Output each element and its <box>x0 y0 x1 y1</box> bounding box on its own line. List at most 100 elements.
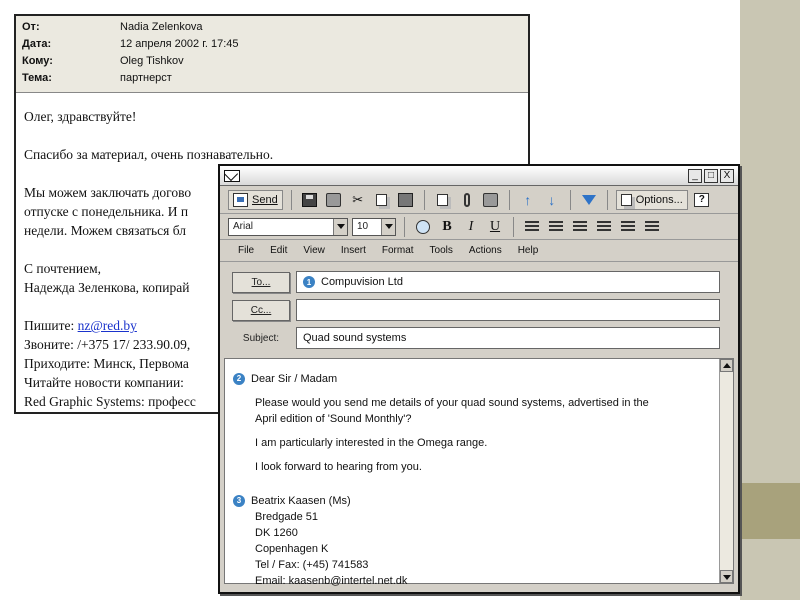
address-line: Copenhagen K <box>255 543 329 555</box>
help-icon: ? <box>694 192 710 207</box>
align-left-button[interactable] <box>522 217 542 237</box>
salutation-line: 2 Dear Sir / Madam <box>233 371 723 387</box>
save-button[interactable] <box>300 190 320 210</box>
address-line: Bredgade 51 <box>255 511 318 523</box>
subject-label: Subject: <box>242 332 280 344</box>
menu-actions[interactable]: Actions <box>469 245 502 256</box>
thanks-line: Спасибо за материал, очень познавательно… <box>24 147 274 162</box>
header-to: Кому: Oleg Tishkov <box>22 54 184 67</box>
print-button[interactable] <box>324 190 344 210</box>
menu-tools[interactable]: Tools <box>430 245 453 256</box>
to-field[interactable]: 1 Compuvision Ltd <box>296 271 720 293</box>
address-book-button[interactable] <box>433 190 453 210</box>
decrease-indent-button[interactable] <box>618 217 638 237</box>
options-icon <box>620 193 632 206</box>
scroll-down-icon[interactable] <box>720 570 733 583</box>
check-names-button[interactable] <box>481 190 501 210</box>
menu-view[interactable]: View <box>303 245 325 256</box>
flag-icon <box>581 194 596 205</box>
scissors-icon: ✂ <box>352 191 364 207</box>
underline-button[interactable]: U <box>485 217 505 237</box>
email-line: Email: kaasenb@intertel.net.dk <box>255 575 408 587</box>
font-select[interactable]: Arial <box>228 217 348 236</box>
maximize-button[interactable]: □ <box>704 168 718 183</box>
tel-line: Tel / Fax: (+45) 741583 <box>255 559 369 571</box>
address-book-icon <box>437 193 449 206</box>
bullets-icon <box>597 220 611 233</box>
help-button[interactable]: ? <box>692 190 712 210</box>
marker-3-badge: 3 <box>233 495 245 507</box>
menu-format[interactable]: Format <box>382 245 414 256</box>
close-button[interactable]: X <box>720 168 734 183</box>
paperclip-icon <box>463 192 470 207</box>
to-button[interactable]: To... <box>232 271 290 293</box>
printer-icon <box>326 192 342 207</box>
decrease-indent-icon <box>621 220 635 233</box>
decorative-block <box>740 483 800 539</box>
scroll-up-icon[interactable] <box>720 359 733 372</box>
align-center-button[interactable] <box>546 217 566 237</box>
align-left-icon <box>525 220 539 233</box>
importance-low-button[interactable]: ↓ <box>542 190 562 210</box>
subject-field[interactable]: Quad sound systems <box>296 327 720 349</box>
envelope-icon <box>224 169 240 182</box>
header-from: От: Nadia Zelenkova <box>22 20 203 33</box>
bold-button[interactable]: B <box>437 217 457 237</box>
send-icon <box>233 192 248 207</box>
greeting: Олег, здравствуйте! <box>24 109 137 124</box>
cut-button[interactable]: ✂ <box>348 190 368 210</box>
floppy-icon <box>302 192 318 207</box>
menu-help[interactable]: Help <box>518 245 539 256</box>
chevron-down-icon <box>333 218 347 235</box>
attach-button[interactable] <box>457 190 477 210</box>
paste-button[interactable] <box>396 190 416 210</box>
options-button[interactable]: Options... <box>615 189 688 210</box>
font-color-button[interactable] <box>413 217 433 237</box>
arrow-down-icon: ↓ <box>548 191 556 208</box>
check-names-icon <box>483 192 499 207</box>
increase-indent-button[interactable] <box>642 217 662 237</box>
increase-indent-icon <box>645 220 659 233</box>
header-subject: Тема: партнерст <box>22 71 172 84</box>
marker-1-badge: 1 <box>303 276 315 288</box>
chevron-down-icon <box>381 218 395 235</box>
formatting-toolbar: Arial 10 B I U <box>220 214 738 240</box>
flag-button[interactable] <box>579 190 599 210</box>
to-value: Compuvision Ltd <box>321 276 403 288</box>
cc-field[interactable] <box>296 299 720 321</box>
menu-edit[interactable]: Edit <box>270 245 287 256</box>
standard-toolbar: Send ✂ ↑ ↓ Options... ? <box>220 186 738 214</box>
subject-row: Subject: Quad sound systems <box>232 324 720 352</box>
menu-file[interactable]: File <box>238 245 254 256</box>
clipboard-icon <box>398 192 414 207</box>
copy-icon <box>376 193 388 206</box>
address-line: DK 1260 <box>255 527 298 539</box>
vertical-scrollbar[interactable] <box>719 359 733 583</box>
cc-button[interactable]: Cc... <box>232 299 290 321</box>
send-button[interactable]: Send <box>228 189 283 210</box>
minimize-button[interactable]: _ <box>688 168 702 183</box>
italic-button[interactable]: I <box>461 217 481 237</box>
arrow-up-icon: ↑ <box>524 191 532 208</box>
address-area: To... 1 Compuvision Ltd Cc... Subject: Q… <box>220 262 738 352</box>
body-para-2: I am particularly interested in the Omeg… <box>255 437 488 449</box>
menu-bar: File Edit View Insert Format Tools Actio… <box>220 240 738 262</box>
copy-button[interactable] <box>372 190 392 210</box>
body-para-1: Please would you send me details of your… <box>255 397 649 425</box>
align-right-icon <box>573 220 587 233</box>
email-header: От: Nadia Zelenkova Дата: 12 апреля 2002… <box>16 16 528 93</box>
message-body-editor[interactable]: 2 Dear Sir / Madam Please would you send… <box>224 358 734 587</box>
font-size-select[interactable]: 10 <box>352 217 396 236</box>
body-para-3: I look forward to hearing from you. <box>255 461 422 473</box>
title-bar: _ □ X <box>220 166 738 186</box>
sender-name-line: 3 Beatrix Kaasen (Ms) <box>233 493 723 509</box>
menu-insert[interactable]: Insert <box>341 245 366 256</box>
color-icon <box>416 219 430 234</box>
importance-high-button[interactable]: ↑ <box>518 190 538 210</box>
align-right-button[interactable] <box>570 217 590 237</box>
compose-window: _ □ X Send ✂ ↑ ↓ Options... ? Arial 10 B… <box>218 164 740 594</box>
subject-value: Quad sound systems <box>303 332 407 344</box>
email-link[interactable]: nz@red.by <box>78 318 137 333</box>
marker-2-badge: 2 <box>233 373 245 385</box>
bullets-button[interactable] <box>594 217 614 237</box>
